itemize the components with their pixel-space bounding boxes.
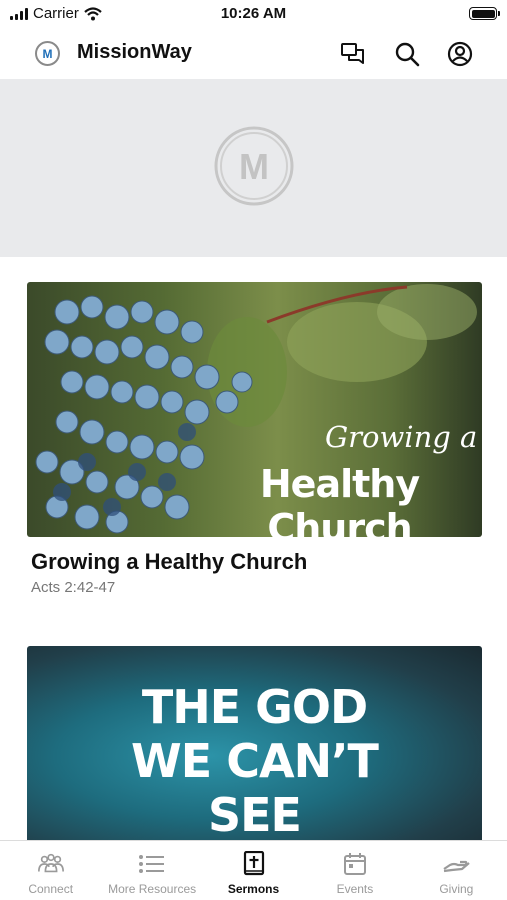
app-title: MissionWay — [77, 41, 192, 63]
tab-label: More Resources — [108, 882, 197, 896]
artwork-line: WE CAN’T — [131, 734, 379, 788]
tab-giving[interactable]: Giving — [406, 841, 507, 900]
artwork-main-text: Healthy Church — [259, 462, 420, 537]
app-header: M MissionWay — [0, 28, 507, 78]
sermon-artwork[interactable]: Growing a Healthy Church — [27, 282, 482, 537]
battery-icon — [469, 7, 500, 20]
tab-label: Events — [336, 882, 374, 896]
app-logo: M — [35, 41, 60, 66]
tab-connect[interactable]: Connect — [0, 841, 101, 900]
giving-hand-icon — [442, 851, 471, 877]
sermon-title[interactable]: Growing a Healthy Church — [27, 549, 482, 575]
sermon-scripture: Acts 2:42-47 — [31, 579, 116, 596]
status-bar: Carrier 10:26 AM — [0, 0, 507, 28]
artwork-line: THE GOD — [141, 680, 368, 734]
hero-banner: M — [0, 79, 507, 257]
artwork-script-text: Growing a — [325, 420, 478, 454]
sermon-artwork[interactable]: THE GOD WE CAN’T SEE — [27, 646, 482, 846]
search-icon[interactable] — [393, 40, 421, 68]
tab-label: Giving — [439, 882, 474, 896]
tab-label: Sermons — [227, 882, 280, 896]
tab-events[interactable]: Events — [304, 841, 405, 900]
chat-icon[interactable] — [339, 40, 367, 68]
status-time: 10:26 AM — [220, 5, 287, 22]
artwork-line: SEE — [208, 788, 302, 842]
people-icon — [37, 851, 65, 877]
profile-icon[interactable] — [446, 40, 474, 68]
tab-more-resources[interactable]: More Resources — [101, 841, 202, 900]
tab-sermons[interactable]: Sermons — [203, 841, 304, 900]
sermon-card[interactable]: Growing a Healthy Church Growing a Healt… — [27, 282, 482, 596]
tab-label: Connect — [28, 882, 74, 896]
hero-logo-letter: M — [239, 146, 269, 187]
church-logo-icon: M — [214, 126, 294, 206]
app-logo-letter: M — [42, 46, 53, 61]
calendar-icon — [341, 851, 369, 877]
tab-bar: Connect More Resources Sermons Events Gi… — [0, 840, 507, 900]
sermon-card[interactable]: THE GOD WE CAN’T SEE — [27, 646, 482, 846]
list-icon — [138, 851, 166, 877]
bible-icon — [240, 851, 268, 877]
